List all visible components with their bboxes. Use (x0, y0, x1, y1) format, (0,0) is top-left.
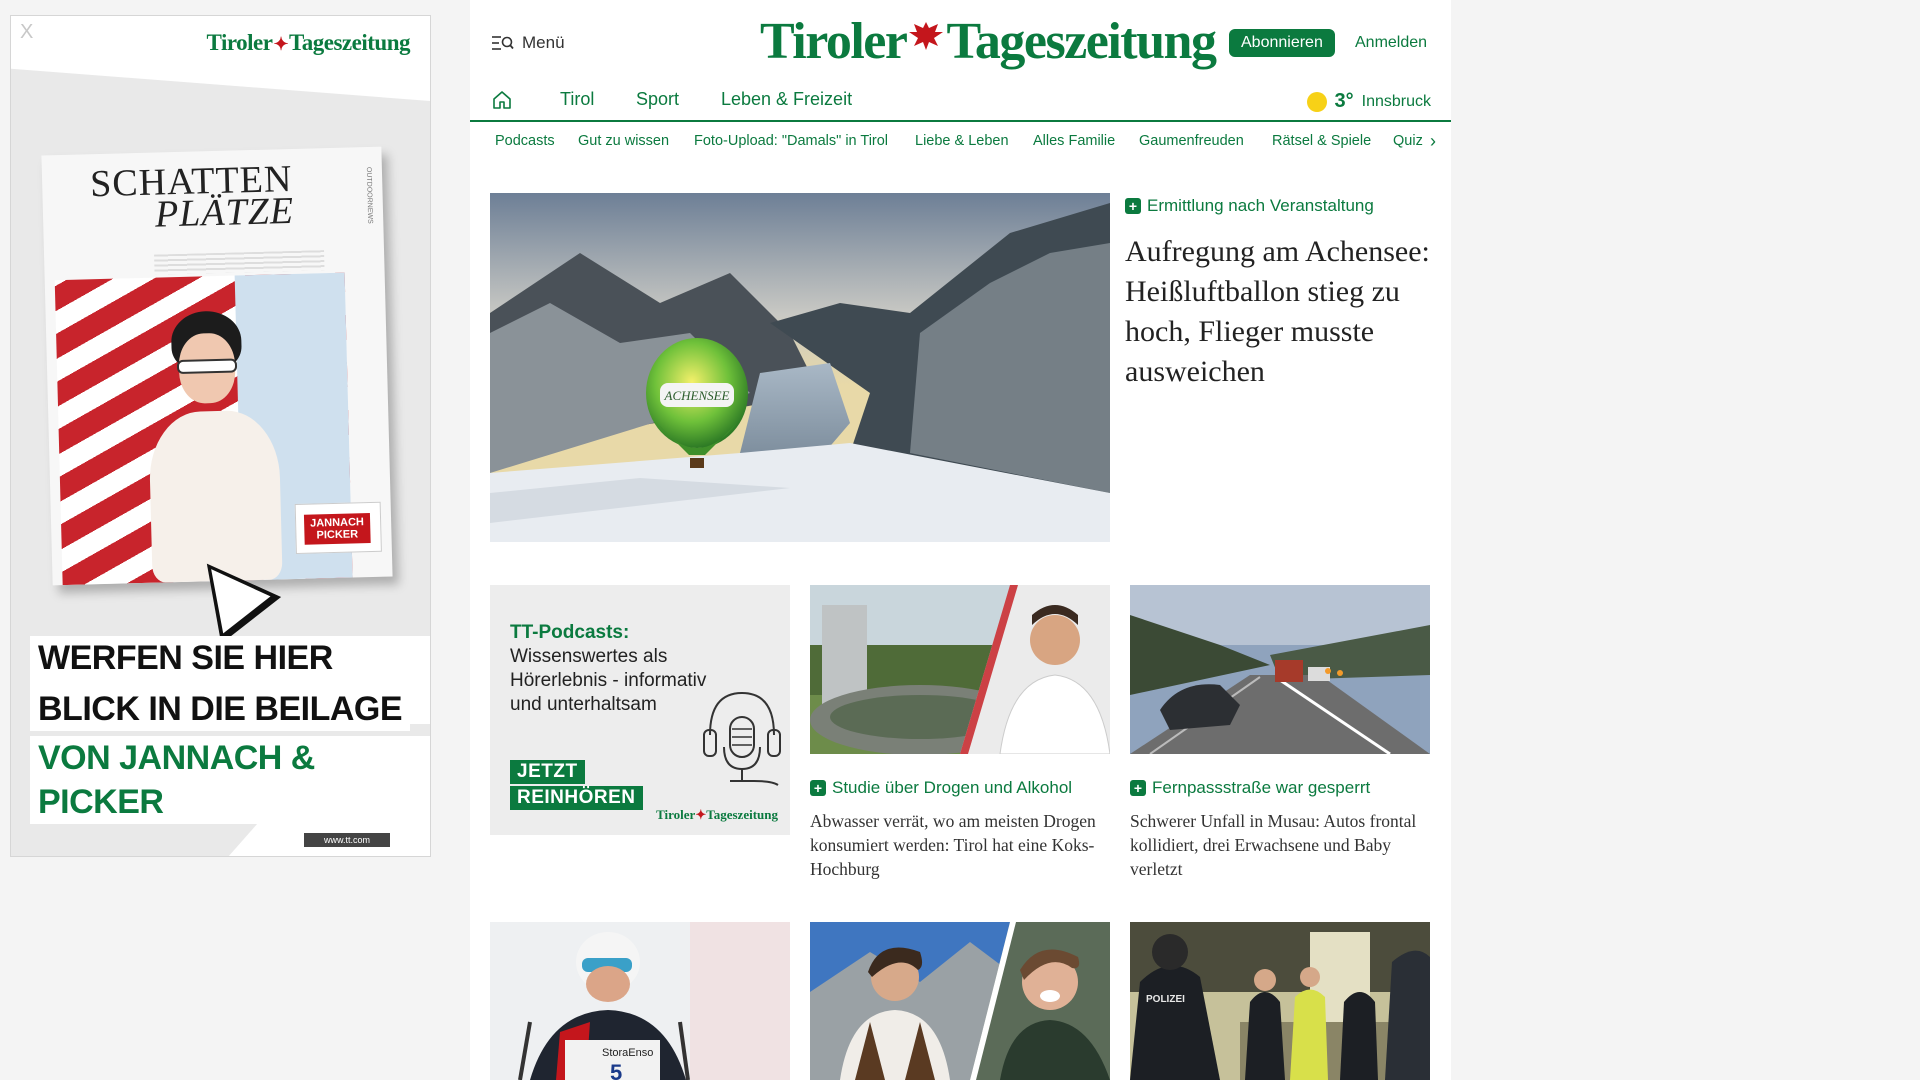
menu-button[interactable]: Menü (492, 33, 565, 53)
article-kicker-drugs[interactable]: + Studie über Drogen und Alkohol (810, 778, 1072, 798)
microphone-headphones-icon (703, 691, 781, 786)
nav-item-sport[interactable]: Sport (636, 89, 679, 110)
magazine-badge: JANNACH PICKER (294, 501, 382, 554)
magazine-cover: SCHATTEN PLÄTZE OUTDOORNEWS JANNACH PICK… (41, 146, 393, 586)
podcast-cta-line1: JETZT (510, 760, 585, 784)
ad-headline-line3: VON JANNACH & PICKER (30, 736, 430, 824)
sunglasses-icon (176, 358, 238, 375)
site-header: Menü Tiroler Tageszeitung Abonnieren Anme… (470, 0, 1451, 80)
podcast-promo-tile[interactable]: TT-Podcasts: Wissenswertes als Hörerlebn… (490, 585, 790, 835)
plus-icon: + (810, 780, 826, 796)
subnav-item-liebe-leben[interactable]: Liebe & Leben (915, 133, 1009, 149)
podcast-cta[interactable]: JETZT REINHÖREN (510, 760, 643, 812)
magazine-model (136, 309, 293, 583)
article-kicker-road[interactable]: + Fernpassstraße war gesperrt (1130, 778, 1370, 798)
weather-widget[interactable]: 3° Innsbruck (1306, 90, 1431, 113)
subscribe-button[interactable]: Abonnieren (1229, 29, 1335, 57)
bib-sponsor: StoraEnso (602, 1047, 653, 1059)
subnav-item-podcasts[interactable]: Podcasts (495, 133, 555, 149)
article-kicker-text: Fernpassstraße war gesperrt (1152, 778, 1371, 797)
balloon-text: ACHENSEE (664, 388, 730, 403)
menu-search-icon (492, 36, 514, 50)
ad-logo: Tiroler✦Tageszeitung (206, 30, 411, 56)
ad-top-panel (11, 16, 430, 101)
ad-url[interactable]: www.tt.com (303, 833, 390, 847)
weather-city: Innsbruck (1361, 92, 1431, 110)
main-column: Menü Tiroler Tageszeitung Abonnieren Anme… (470, 0, 1451, 1080)
hero-kicker-text: Ermittlung nach Veranstaltung (1147, 196, 1374, 215)
subnav-item-foto-upload[interactable]: Foto-Upload: "Damals" in Tirol (694, 133, 888, 149)
podcast-text: Wissenswertes als Hörerlebnis - informat… (510, 646, 707, 715)
hero-kicker[interactable]: + Ermittlung nach Veranstaltung (1125, 196, 1374, 216)
article-image-drugs-study[interactable] (810, 585, 1110, 754)
ad-close-icon[interactable]: X (20, 21, 33, 44)
logo-right: Tageszeitung (946, 13, 1217, 70)
podcast-logo: Tiroler✦Tageszeitung (656, 807, 778, 823)
eagle-icon: ✦ (695, 807, 707, 822)
menu-label: Menü (522, 33, 565, 52)
subnav-item-raetsel-spiele[interactable]: Rätsel & Spiele (1272, 133, 1371, 149)
magazine-side-text: OUTDOORNEWS (364, 166, 374, 224)
article-image-accident[interactable] (1130, 585, 1430, 754)
ad-logo-right: Tageszeitung (289, 30, 410, 55)
article-headline-drugs[interactable]: Abwasser verrät, wo am meisten Drogen ko… (810, 809, 1110, 881)
article-image-police[interactable]: POLIZEI (1130, 922, 1430, 1080)
plus-icon: + (1125, 198, 1141, 214)
nav-item-tirol[interactable]: Tirol (560, 89, 594, 110)
logo-left: Tiroler (760, 13, 908, 70)
article-image-skier[interactable]: StoraEnso 5 (490, 922, 790, 1080)
ad-logo-left: Tiroler (206, 30, 273, 55)
plus-icon: + (1130, 780, 1146, 796)
bib-number: 5 (610, 1060, 622, 1080)
article-image-two-men[interactable] (810, 922, 1110, 1080)
site-logo[interactable]: Tiroler Tageszeitung (760, 12, 1217, 72)
sub-nav: Podcasts Gut zu wissen Foto-Upload: "Dam… (470, 122, 1451, 160)
subnav-item-quiz[interactable]: Quiz (1393, 133, 1423, 149)
podcast-logo-right: Tageszeitung (706, 807, 778, 822)
nav-item-leben-freizeit[interactable]: Leben & Freizeit (721, 89, 852, 110)
eagle-icon (909, 22, 944, 50)
hero-headline[interactable]: Aufregung am Achensee: Heißluftballon st… (1125, 232, 1435, 392)
login-link[interactable]: Anmelden (1355, 34, 1427, 52)
subnav-item-alles-familie[interactable]: Alles Familie (1033, 133, 1115, 149)
eagle-icon: ✦ (273, 34, 289, 54)
home-icon[interactable] (492, 90, 512, 115)
article-kicker-text: Studie über Drogen und Alkohol (832, 778, 1073, 797)
magazine-badge-text: JANNACH PICKER (303, 513, 371, 545)
subnav-item-gaumenfreuden[interactable]: Gaumenfreuden (1139, 133, 1244, 149)
main-nav: Tirol Sport Leben & Freizeit 3° Innsbruc… (470, 80, 1451, 122)
article-headline-accident[interactable]: Schwerer Unfall in Musau: Autos frontal … (1130, 809, 1430, 881)
podcast-title: TT-Podcasts: (510, 622, 630, 643)
podcast-logo-left: Tiroler (656, 807, 696, 822)
ad-headline-line2: BLICK IN DIE BEILAGE (30, 687, 411, 731)
advertisement-banner[interactable]: X Tiroler✦Tageszeitung SCHATTEN PLÄTZE O… (10, 15, 431, 857)
subnav-item-gut-zu-wissen[interactable]: Gut zu wissen (578, 133, 669, 149)
weather-temperature: 3° (1334, 90, 1354, 112)
podcast-cta-line2: REINHÖREN (510, 786, 643, 810)
chevron-right-icon[interactable]: › (1430, 131, 1436, 152)
magazine-title-line2: PLÄTZE (154, 189, 295, 236)
hero-image[interactable]: ACHENSEE (490, 193, 1110, 542)
magazine-fine-print (154, 250, 325, 275)
police-label: POLIZEI (1146, 994, 1185, 1005)
sun-icon (1306, 91, 1327, 112)
